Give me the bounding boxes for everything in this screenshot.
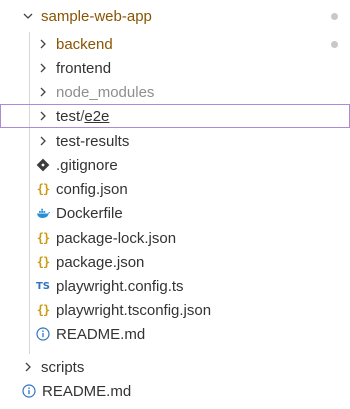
tree-file-playwright-tsconfig-json[interactable]: {} playwright.tsconfig.json bbox=[0, 298, 350, 322]
tree-item-label: .gitignore bbox=[56, 156, 118, 174]
tree-item-label: scripts bbox=[41, 358, 85, 376]
tree-file-package-lock-json[interactable]: {} package-lock.json bbox=[0, 226, 350, 250]
tree-item-label: test/e2e bbox=[56, 109, 109, 124]
tree-file-gitignore[interactable]: .gitignore bbox=[0, 153, 350, 177]
info-circle-icon bbox=[35, 326, 51, 342]
json-braces-icon: {} bbox=[36, 182, 50, 197]
tree-item-label: test-results bbox=[56, 132, 130, 150]
tree-file-readme-md-root[interactable]: README.md bbox=[0, 379, 350, 403]
tree-item-label: config.json bbox=[56, 180, 128, 198]
chevron-down-icon[interactable] bbox=[22, 9, 34, 23]
tree-folder-backend[interactable]: backend bbox=[0, 32, 350, 56]
compact-folder-segment-test[interactable]: test bbox=[56, 108, 80, 125]
json-braces-icon: {} bbox=[36, 231, 50, 246]
tree-item-label: playwright.config.ts bbox=[56, 277, 184, 295]
chevron-right-icon[interactable] bbox=[22, 360, 34, 374]
tree-file-readme-md[interactable]: README.md bbox=[0, 322, 350, 346]
tree-folder-sample-web-app[interactable]: sample-web-app bbox=[0, 4, 350, 28]
tree-folder-node-modules[interactable]: node_modules bbox=[0, 80, 350, 104]
tree-item-label: node_modules bbox=[56, 83, 155, 101]
compact-folder-segment-e2e[interactable]: e2e bbox=[84, 108, 109, 125]
tree-folder-scripts[interactable]: scripts bbox=[0, 355, 350, 379]
tree-folder-frontend[interactable]: frontend bbox=[0, 56, 350, 80]
tree-item-label: package.json bbox=[56, 253, 145, 271]
tree-folder-test-e2e[interactable]: test/e2e bbox=[0, 104, 350, 129]
tree-file-config-json[interactable]: {} config.json bbox=[0, 177, 350, 201]
docker-whale-icon bbox=[35, 205, 51, 221]
tree-item-label: package-lock.json bbox=[56, 229, 177, 247]
tree-item-label: README.md bbox=[42, 382, 132, 400]
chevron-right-icon[interactable] bbox=[37, 37, 49, 51]
tree-file-dockerfile[interactable]: Dockerfile bbox=[0, 201, 350, 225]
tree-item-label: playwright.tsconfig.json bbox=[56, 301, 212, 319]
tree-item-label: Dockerfile bbox=[56, 204, 123, 222]
tree-item-label: backend bbox=[56, 35, 113, 53]
chevron-right-icon[interactable] bbox=[37, 61, 49, 75]
info-circle-icon bbox=[21, 383, 37, 399]
tree-file-playwright-config-ts[interactable]: TS playwright.config.ts bbox=[0, 274, 350, 298]
chevron-right-icon[interactable] bbox=[37, 85, 49, 99]
tree-file-package-json[interactable]: {} package.json bbox=[0, 250, 350, 274]
json-braces-icon: {} bbox=[36, 255, 50, 270]
file-explorer-tree: sample-web-app backend frontend node_mod… bbox=[0, 0, 350, 409]
tree-item-label: sample-web-app bbox=[41, 7, 152, 25]
chevron-right-icon[interactable] bbox=[37, 109, 49, 123]
modified-dot bbox=[331, 41, 338, 48]
tree-item-label: frontend bbox=[56, 59, 112, 77]
typescript-icon: TS bbox=[35, 280, 51, 292]
chevron-right-icon[interactable] bbox=[37, 134, 49, 148]
json-braces-icon: {} bbox=[36, 303, 50, 318]
modified-dot bbox=[331, 13, 338, 20]
git-diamond-icon bbox=[35, 157, 51, 173]
tree-folder-test-results[interactable]: test-results bbox=[0, 129, 350, 153]
tree-item-label: README.md bbox=[56, 325, 146, 343]
